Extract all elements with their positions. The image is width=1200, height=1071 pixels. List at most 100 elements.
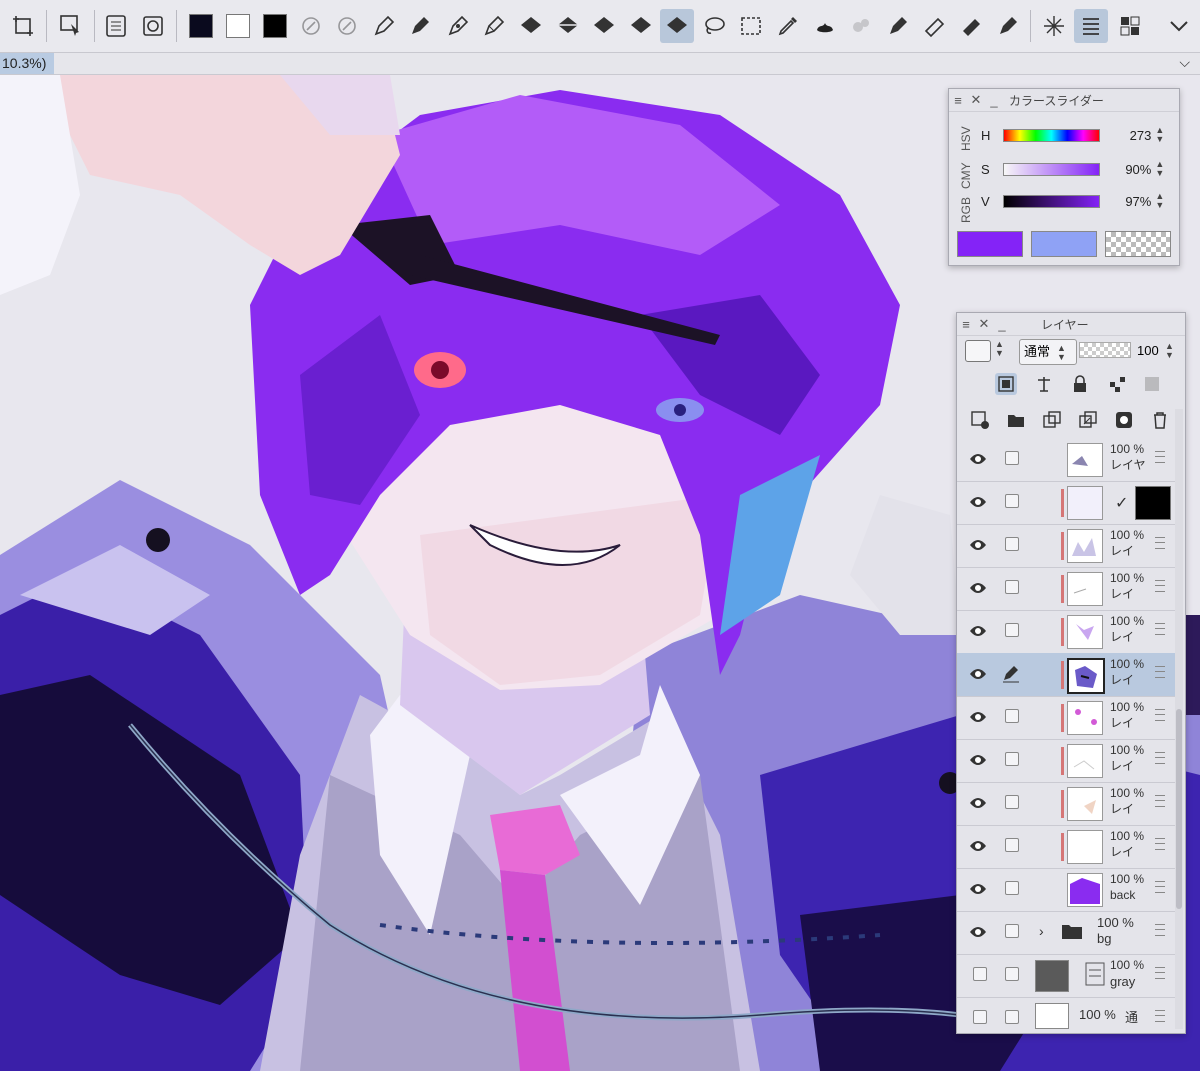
clip-layer-icon[interactable] — [995, 373, 1017, 395]
layer-select-checkbox[interactable] — [1005, 451, 1019, 465]
pen-icon[interactable] — [367, 9, 401, 43]
layer-row[interactable]: ✓ — [957, 481, 1175, 525]
grid-icon[interactable] — [1113, 9, 1147, 43]
marker-icon[interactable] — [881, 9, 915, 43]
layer-row[interactable]: 100 % レイ — [957, 696, 1175, 740]
layer-row-selected[interactable]: 100 % レイ — [957, 653, 1175, 697]
saturation-stepper-icon[interactable]: ▲ ▼ — [1155, 160, 1171, 178]
dropper-icon[interactable] — [771, 9, 805, 43]
hue-slider[interactable] — [1002, 128, 1101, 142]
lasso-icon[interactable] — [697, 9, 731, 43]
tab-cmy[interactable]: CMY — [959, 159, 977, 193]
layer-color-toggle[interactable] — [965, 340, 991, 362]
sparkle-icon[interactable] — [1037, 9, 1071, 43]
layer-menu-icon[interactable] — [1155, 580, 1165, 592]
layer-select-checkbox[interactable] — [1005, 580, 1019, 594]
layer-menu-icon[interactable] — [1155, 709, 1165, 721]
merge-layer-icon[interactable] — [1077, 409, 1099, 431]
visibility-eye-icon[interactable] — [969, 581, 987, 595]
mask-icon[interactable] — [1141, 373, 1163, 395]
layer-select-checkbox[interactable] — [1005, 924, 1019, 938]
minimize-icon[interactable]: _ — [985, 93, 1003, 108]
pen3-icon[interactable] — [441, 9, 475, 43]
copy-layer-icon[interactable] — [1041, 409, 1063, 431]
transparent-swatch[interactable] — [1105, 231, 1171, 257]
lock-icon[interactable] — [1069, 373, 1091, 395]
layer-menu-icon[interactable] — [1155, 924, 1165, 936]
main-color-swatch[interactable] — [189, 14, 213, 38]
layer-row[interactable]: 100 % レイ — [957, 825, 1175, 869]
layer-row[interactable]: 100 % レイ — [957, 567, 1175, 611]
visibility-eye-icon[interactable] — [969, 624, 987, 638]
new-folder-icon[interactable] — [1005, 409, 1027, 431]
visibility-checkbox[interactable] — [973, 1010, 987, 1024]
layer-select-checkbox[interactable] — [1005, 623, 1019, 637]
layer-select-checkbox[interactable] — [1005, 967, 1019, 981]
pen4-icon[interactable] — [477, 9, 511, 43]
tone-icon[interactable] — [99, 9, 133, 43]
rect-select-icon[interactable] — [734, 9, 768, 43]
fill-icon[interactable] — [136, 9, 170, 43]
transparent-toggle-icon[interactable] — [330, 9, 364, 43]
layer-menu-icon[interactable] — [1155, 967, 1165, 979]
layer-menu-icon[interactable] — [1155, 451, 1165, 463]
layer-row[interactable]: 100 % 通 — [957, 997, 1175, 1031]
layer-mask-thumbnail[interactable] — [1135, 486, 1171, 520]
swap-color-icon[interactable] — [294, 9, 328, 43]
opacity-slider[interactable] — [1079, 342, 1131, 358]
layer-menu-icon[interactable] — [1155, 838, 1165, 850]
new-layer-icon[interactable] — [969, 409, 991, 431]
visibility-eye-icon[interactable] — [969, 839, 987, 853]
layer-menu-icon[interactable] — [1155, 537, 1165, 549]
eraser3-icon[interactable] — [991, 9, 1025, 43]
sub-color-swatch[interactable] — [1031, 231, 1097, 257]
chevron-down-icon[interactable]: ⌵ — [1179, 54, 1190, 71]
layer-select-checkbox[interactable] — [1005, 537, 1019, 551]
layer-list-scrollbar[interactable] — [1175, 409, 1183, 1029]
tab-rgb[interactable]: RGB — [959, 193, 977, 227]
toolbar-chevron-down-icon[interactable] — [1162, 9, 1196, 43]
eraser-icon[interactable] — [918, 9, 952, 43]
layer-list-icon[interactable] — [1074, 9, 1108, 43]
blot-icon[interactable] — [808, 9, 842, 43]
visibility-eye-icon[interactable] — [969, 925, 987, 939]
saturation-slider[interactable] — [1002, 162, 1101, 176]
close-icon[interactable]: ✕ — [975, 316, 993, 332]
layer-row[interactable]: 100 % gray — [957, 954, 1175, 998]
panel-menu-icon[interactable]: ≡ — [957, 317, 975, 332]
layer-row[interactable]: 100 % レイ — [957, 610, 1175, 654]
bucket3-icon[interactable] — [587, 9, 621, 43]
airbrush-icon[interactable] — [844, 9, 878, 43]
pen2-icon[interactable] — [403, 9, 437, 43]
bucket-icon[interactable] — [514, 9, 548, 43]
layer-select-checkbox[interactable] — [1005, 709, 1019, 723]
visibility-eye-icon[interactable] — [969, 495, 987, 509]
layer-folder-row[interactable]: › 100 % bg — [957, 911, 1175, 955]
visibility-eye-icon[interactable] — [969, 667, 987, 681]
layer-menu-icon[interactable] — [1155, 1010, 1165, 1022]
layer-menu-icon[interactable] — [1155, 666, 1165, 678]
opacity-stepper-icon[interactable]: ▲ ▼ — [1165, 342, 1174, 360]
tab-hsv[interactable]: HSV — [959, 121, 977, 157]
visibility-eye-icon[interactable] — [969, 796, 987, 810]
layer-select-checkbox[interactable] — [1005, 752, 1019, 766]
transform-icon[interactable] — [6, 9, 40, 43]
select-layer-icon[interactable] — [54, 9, 88, 43]
hue-value[interactable]: 273 — [1100, 128, 1155, 143]
layer-row[interactable]: 100 % back — [957, 868, 1175, 912]
blend-mode-select[interactable]: 通常 — [1019, 339, 1077, 365]
eraser2-icon[interactable] — [955, 9, 989, 43]
layer-color-stepper-icon[interactable]: ▲ ▼ — [995, 340, 1004, 358]
visibility-checkbox[interactable] — [973, 967, 987, 981]
minimize-icon[interactable]: _ — [993, 317, 1011, 332]
layer-mask-icon[interactable] — [1113, 409, 1135, 431]
opacity-value[interactable]: 100 — [1137, 343, 1159, 358]
layer-select-checkbox[interactable] — [1005, 1010, 1019, 1024]
layer-row[interactable]: 100 % レイヤ — [957, 438, 1175, 482]
layer-row[interactable]: 100 % レイ — [957, 524, 1175, 568]
lock-transparent-icon[interactable] — [1107, 373, 1129, 395]
visibility-eye-icon[interactable] — [969, 538, 987, 552]
trash-icon[interactable] — [1149, 409, 1171, 431]
layer-select-checkbox[interactable] — [1005, 881, 1019, 895]
visibility-eye-icon[interactable] — [969, 452, 987, 466]
